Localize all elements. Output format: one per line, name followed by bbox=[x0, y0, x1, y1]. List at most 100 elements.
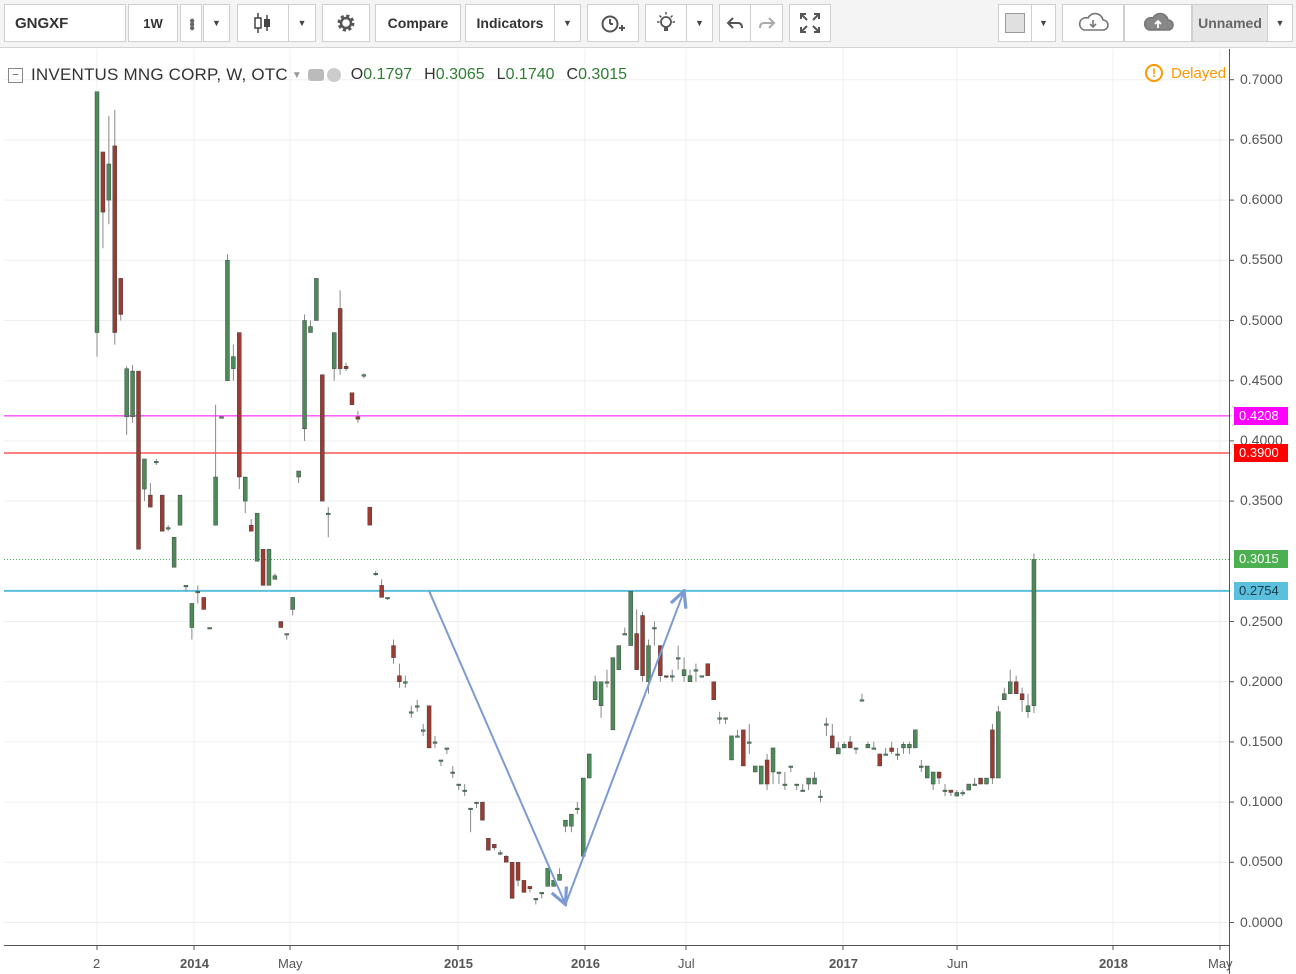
candle-body bbox=[652, 627, 657, 630]
candle-body bbox=[747, 741, 752, 744]
candle-body bbox=[272, 575, 278, 580]
candle-body bbox=[764, 759, 770, 785]
candle-body bbox=[142, 458, 147, 490]
candle-body bbox=[687, 675, 693, 682]
candle-body bbox=[308, 326, 313, 333]
candle-body bbox=[640, 615, 645, 676]
candle-body bbox=[332, 332, 337, 369]
undo-button[interactable] bbox=[719, 4, 751, 42]
caret-down-icon: ▼ bbox=[1275, 18, 1285, 28]
compare-button[interactable]: Compare bbox=[375, 4, 461, 42]
candle-body bbox=[189, 603, 195, 628]
price-tick-label: 0.1500 bbox=[1240, 732, 1283, 749]
redo-button[interactable] bbox=[750, 4, 783, 42]
candle-body bbox=[741, 729, 746, 767]
candle-body bbox=[984, 777, 989, 785]
candle-body bbox=[148, 494, 153, 508]
series-settings-icon[interactable] bbox=[326, 68, 341, 82]
more-options-button[interactable]: ••• bbox=[180, 4, 202, 42]
chart-type-button[interactable] bbox=[237, 4, 289, 42]
candle-body bbox=[936, 771, 942, 779]
candle-body bbox=[806, 777, 811, 785]
candle-body bbox=[290, 597, 295, 610]
candle-body bbox=[438, 759, 444, 762]
symbol-text: GNGXF bbox=[15, 14, 69, 32]
candle-body bbox=[100, 151, 106, 213]
candle-body bbox=[219, 416, 224, 419]
interval-button[interactable]: 1W bbox=[128, 4, 178, 42]
indicators-dropdown-button[interactable]: ▼ bbox=[554, 4, 581, 42]
fullscreen-icon bbox=[800, 13, 820, 33]
caret-down-icon: ▼ bbox=[695, 18, 704, 28]
candle-body bbox=[154, 461, 159, 464]
candle-body bbox=[539, 892, 544, 895]
time-tick-label: 2 bbox=[93, 956, 101, 971]
candle-body bbox=[782, 783, 788, 786]
candlestick-icon bbox=[254, 13, 270, 33]
fullscreen-button[interactable] bbox=[789, 4, 831, 42]
candle-body bbox=[812, 777, 817, 785]
caret-down-icon[interactable]: ▼ bbox=[292, 70, 302, 81]
eye-icon[interactable] bbox=[307, 69, 324, 81]
candle-body bbox=[207, 627, 212, 630]
interval-dropdown-button[interactable]: ▼ bbox=[203, 4, 230, 42]
candle-body bbox=[515, 862, 521, 881]
symbol-search-input[interactable]: GNGXF bbox=[4, 4, 126, 42]
candle-body bbox=[877, 753, 882, 767]
candle-body bbox=[907, 744, 912, 749]
candle-body bbox=[498, 852, 503, 855]
price-line-tag[interactable]: 0.2754 bbox=[1234, 581, 1288, 600]
candle-body bbox=[456, 783, 461, 786]
redo-icon bbox=[758, 17, 775, 29]
collapse-legend-icon[interactable]: − bbox=[8, 67, 23, 83]
candle-body bbox=[948, 789, 954, 793]
ideas-button[interactable] bbox=[645, 4, 687, 42]
indicators-button[interactable]: Indicators bbox=[465, 4, 555, 42]
price-tick-label: 0.6000 bbox=[1240, 191, 1283, 208]
toolbar: GNGXF 1W ••• ▼ ▼ Compare Indicators ▼ ▼ bbox=[0, 0, 1296, 48]
candle-body bbox=[379, 585, 384, 598]
candle-body bbox=[195, 591, 201, 594]
candle-body bbox=[628, 591, 633, 646]
candle-body bbox=[557, 874, 562, 881]
alert-button[interactable] bbox=[587, 4, 639, 42]
delayed-status[interactable]: ! Delayed bbox=[1145, 64, 1226, 82]
candle-body bbox=[349, 392, 355, 405]
compare-label: Compare bbox=[387, 15, 449, 31]
chart-type-dropdown-button[interactable]: ▼ bbox=[288, 4, 316, 42]
ideas-dropdown-button[interactable]: ▼ bbox=[686, 4, 713, 42]
settings-button[interactable] bbox=[322, 4, 370, 42]
candle-body bbox=[468, 807, 473, 810]
ohlc-close: C0.3015 bbox=[566, 66, 628, 83]
color-theme-dropdown-button[interactable]: ▼ bbox=[1031, 4, 1056, 42]
indicators-label: Indicators bbox=[476, 15, 544, 31]
price-chart[interactable] bbox=[0, 49, 1296, 974]
caret-down-icon: ▼ bbox=[563, 18, 572, 28]
candle-body bbox=[462, 789, 467, 792]
price-line-tag[interactable]: 0.3900 bbox=[1234, 443, 1288, 462]
candle-body bbox=[960, 792, 965, 795]
price-line-tag[interactable]: 0.4208 bbox=[1234, 406, 1288, 425]
price-tick-label: 0.2000 bbox=[1240, 672, 1283, 689]
plot-background[interactable] bbox=[4, 49, 1229, 945]
candle-body bbox=[225, 260, 230, 381]
time-tick-label: May bbox=[278, 956, 303, 971]
candle-body bbox=[859, 699, 865, 702]
load-layout-button[interactable] bbox=[1062, 4, 1124, 42]
layout-dropdown-button[interactable]: ▼ bbox=[1267, 4, 1293, 42]
series-title[interactable]: INVENTUS MNG CORP, W, OTC bbox=[31, 65, 288, 85]
candle-body bbox=[758, 765, 764, 785]
candle-body bbox=[118, 278, 123, 315]
save-layout-button[interactable] bbox=[1124, 4, 1192, 42]
time-tick-label: 2018 bbox=[1099, 956, 1128, 971]
layout-name-button[interactable]: Unnamed bbox=[1192, 4, 1268, 42]
color-theme-button[interactable] bbox=[998, 4, 1032, 42]
candle-body bbox=[871, 747, 877, 750]
caret-down-icon: ▼ bbox=[212, 18, 221, 28]
candle-body bbox=[675, 657, 681, 660]
candle-body bbox=[664, 675, 669, 678]
layout-name-label: Unnamed bbox=[1198, 15, 1262, 31]
price-line-tag[interactable]: 0.3015 bbox=[1234, 550, 1288, 569]
chart-area[interactable] bbox=[0, 49, 1296, 974]
ohlc-open: O0.1797 bbox=[350, 66, 413, 83]
